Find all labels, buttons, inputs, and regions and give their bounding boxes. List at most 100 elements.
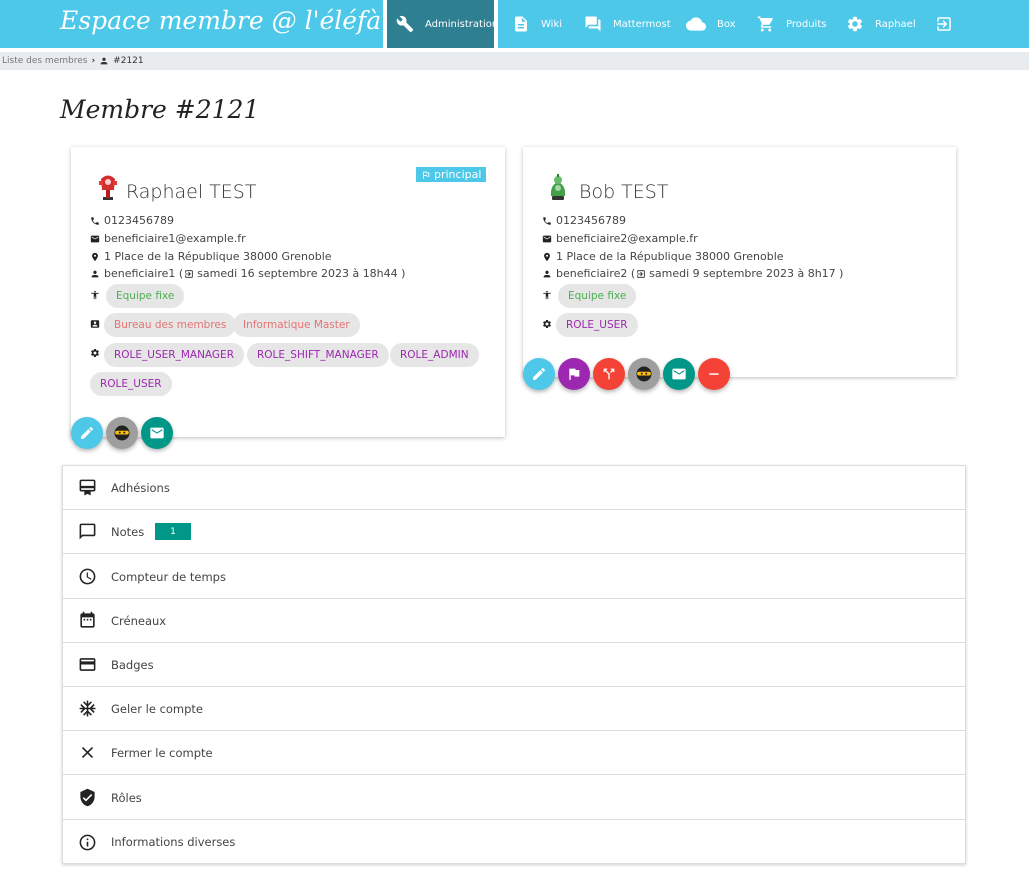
commission-chip[interactable]: Informatique Master <box>233 313 360 337</box>
accessibility-icon <box>543 290 551 300</box>
team-chip[interactable]: Equipe fixe <box>558 284 637 308</box>
gear-icon <box>847 16 863 32</box>
detach-button[interactable] <box>593 358 625 390</box>
login-icon <box>637 269 645 278</box>
login-line: beneficiaire2 ( samedi 9 septembre 2023 … <box>542 267 843 280</box>
section-label: Rôles <box>111 790 142 805</box>
cloud-icon <box>686 17 706 31</box>
brand-logo[interactable]: Espace membre @ l'éléfàn <box>60 6 397 35</box>
flag-icon <box>569 368 580 380</box>
person-icon <box>543 270 551 277</box>
edit-icon <box>81 426 94 439</box>
location-icon <box>92 252 98 261</box>
section-label: Créneaux <box>111 613 167 628</box>
phone-icon <box>543 216 551 225</box>
section-geler[interactable]: Geler le compte <box>63 687 965 731</box>
avatar <box>99 175 117 200</box>
wrench-icon <box>396 15 414 33</box>
accessibility-icon <box>91 290 99 300</box>
notes-count-badge: 1 <box>155 523 191 540</box>
nav-separator <box>494 0 498 48</box>
nav-label: Box <box>717 18 736 30</box>
section-creneaux[interactable]: Créneaux <box>63 599 965 643</box>
nav-produits[interactable]: Produits <box>757 0 826 48</box>
nav-user-raphael[interactable]: Raphael <box>846 0 916 48</box>
nav-label: Produits <box>786 18 827 30</box>
section-label: Fermer le compte <box>111 745 213 760</box>
top-navbar: Espace membre @ l'éléfàn Administration … <box>0 0 1029 48</box>
login-icon <box>185 269 193 278</box>
email-icon <box>90 235 100 242</box>
principal-badge: principal <box>416 167 487 182</box>
edit-icon <box>533 367 546 380</box>
address-line: 1 Place de la République 38000 Grenoble <box>90 250 332 263</box>
contact-card-icon <box>90 320 100 328</box>
nav-wiki[interactable]: Wiki <box>512 0 562 48</box>
section-compteur[interactable]: Compteur de temps <box>63 555 965 599</box>
beneficiary-card: Bob TEST 0123456789 beneficiaire2@exampl… <box>523 147 956 377</box>
chevron-right-icon: › <box>91 56 96 66</box>
set-main-button[interactable] <box>558 358 590 390</box>
nav-label: Wiki <box>541 18 563 30</box>
email-icon <box>150 427 164 439</box>
section-label: Badges <box>111 657 154 672</box>
email-icon <box>542 235 552 242</box>
role-chip[interactable]: ROLE_USER_MANAGER <box>104 343 244 367</box>
email-icon <box>672 368 686 380</box>
email-button[interactable] <box>663 358 695 390</box>
commission-chip[interactable]: Bureau des membres <box>104 313 237 337</box>
location-icon <box>544 252 550 261</box>
email-button[interactable] <box>141 417 173 449</box>
remove-button[interactable] <box>698 358 730 390</box>
nav-label: Raphael <box>875 18 916 30</box>
comment-icon <box>79 523 96 540</box>
person-icon <box>91 270 99 277</box>
ninja-button[interactable] <box>628 358 660 390</box>
avatar <box>550 174 566 200</box>
nav-logout[interactable] <box>935 0 964 48</box>
nav-administration[interactable]: Administration <box>387 0 498 48</box>
section-label: Adhésions <box>111 480 170 495</box>
section-adhesions[interactable]: Adhésions <box>63 466 965 510</box>
role-chip[interactable]: ROLE_USER <box>556 313 638 337</box>
gear-icon <box>91 349 99 357</box>
role-chip[interactable]: ROLE_USER <box>90 372 172 396</box>
section-label: Compteur de temps <box>111 569 226 584</box>
logout-icon <box>937 17 951 31</box>
nav-mattermost[interactable]: Mattermost <box>584 0 671 48</box>
edit-button[interactable] <box>71 417 103 449</box>
split-icon <box>603 368 615 380</box>
email-line: beneficiaire2@example.fr <box>542 232 698 245</box>
section-fermer[interactable]: Fermer le compte <box>63 731 965 775</box>
calendar-icon <box>80 611 95 628</box>
card-icon <box>79 658 96 671</box>
person-icon <box>100 57 108 65</box>
beneficiary-name: Bob TEST <box>579 181 669 203</box>
membership-icon <box>79 479 96 496</box>
info-icon <box>79 834 96 850</box>
section-badges[interactable]: Badges <box>63 643 965 687</box>
section-informations[interactable]: Informations diverses <box>63 820 965 864</box>
sections-list: Adhésions Notes 1 Compteur de temps Crén… <box>62 465 966 864</box>
section-label: Geler le compte <box>111 701 204 716</box>
role-chip[interactable]: ROLE_ADMIN <box>390 343 479 367</box>
edit-button[interactable] <box>523 358 555 390</box>
page-title: Membre #2121 <box>60 95 260 124</box>
ninja-icon <box>636 366 652 382</box>
beneficiary-name: Raphael TEST <box>126 181 257 203</box>
team-chip[interactable]: Equipe fixe <box>106 284 185 308</box>
ninja-button[interactable] <box>106 417 138 449</box>
phone-icon <box>91 216 99 225</box>
section-label: Informations diverses <box>111 835 236 849</box>
breadcrumb-parent-link[interactable]: Liste des membres <box>2 56 87 66</box>
chat-icon <box>585 16 601 32</box>
breadcrumb-current: #2121 <box>99 56 144 66</box>
nav-box[interactable]: Box <box>686 0 736 48</box>
section-notes[interactable]: Notes 1 <box>63 510 965 554</box>
role-chip[interactable]: ROLE_SHIFT_MANAGER <box>247 343 389 367</box>
beneficiary-card: Raphael TEST principal 0123456789 benefi… <box>71 147 505 437</box>
address-line: 1 Place de la République 38000 Grenoble <box>542 250 784 263</box>
email-line: beneficiaire1@example.fr <box>90 232 246 245</box>
section-roles[interactable]: Rôles <box>63 776 965 820</box>
login-line: beneficiaire1 ( samedi 16 septembre 2023… <box>90 267 405 280</box>
